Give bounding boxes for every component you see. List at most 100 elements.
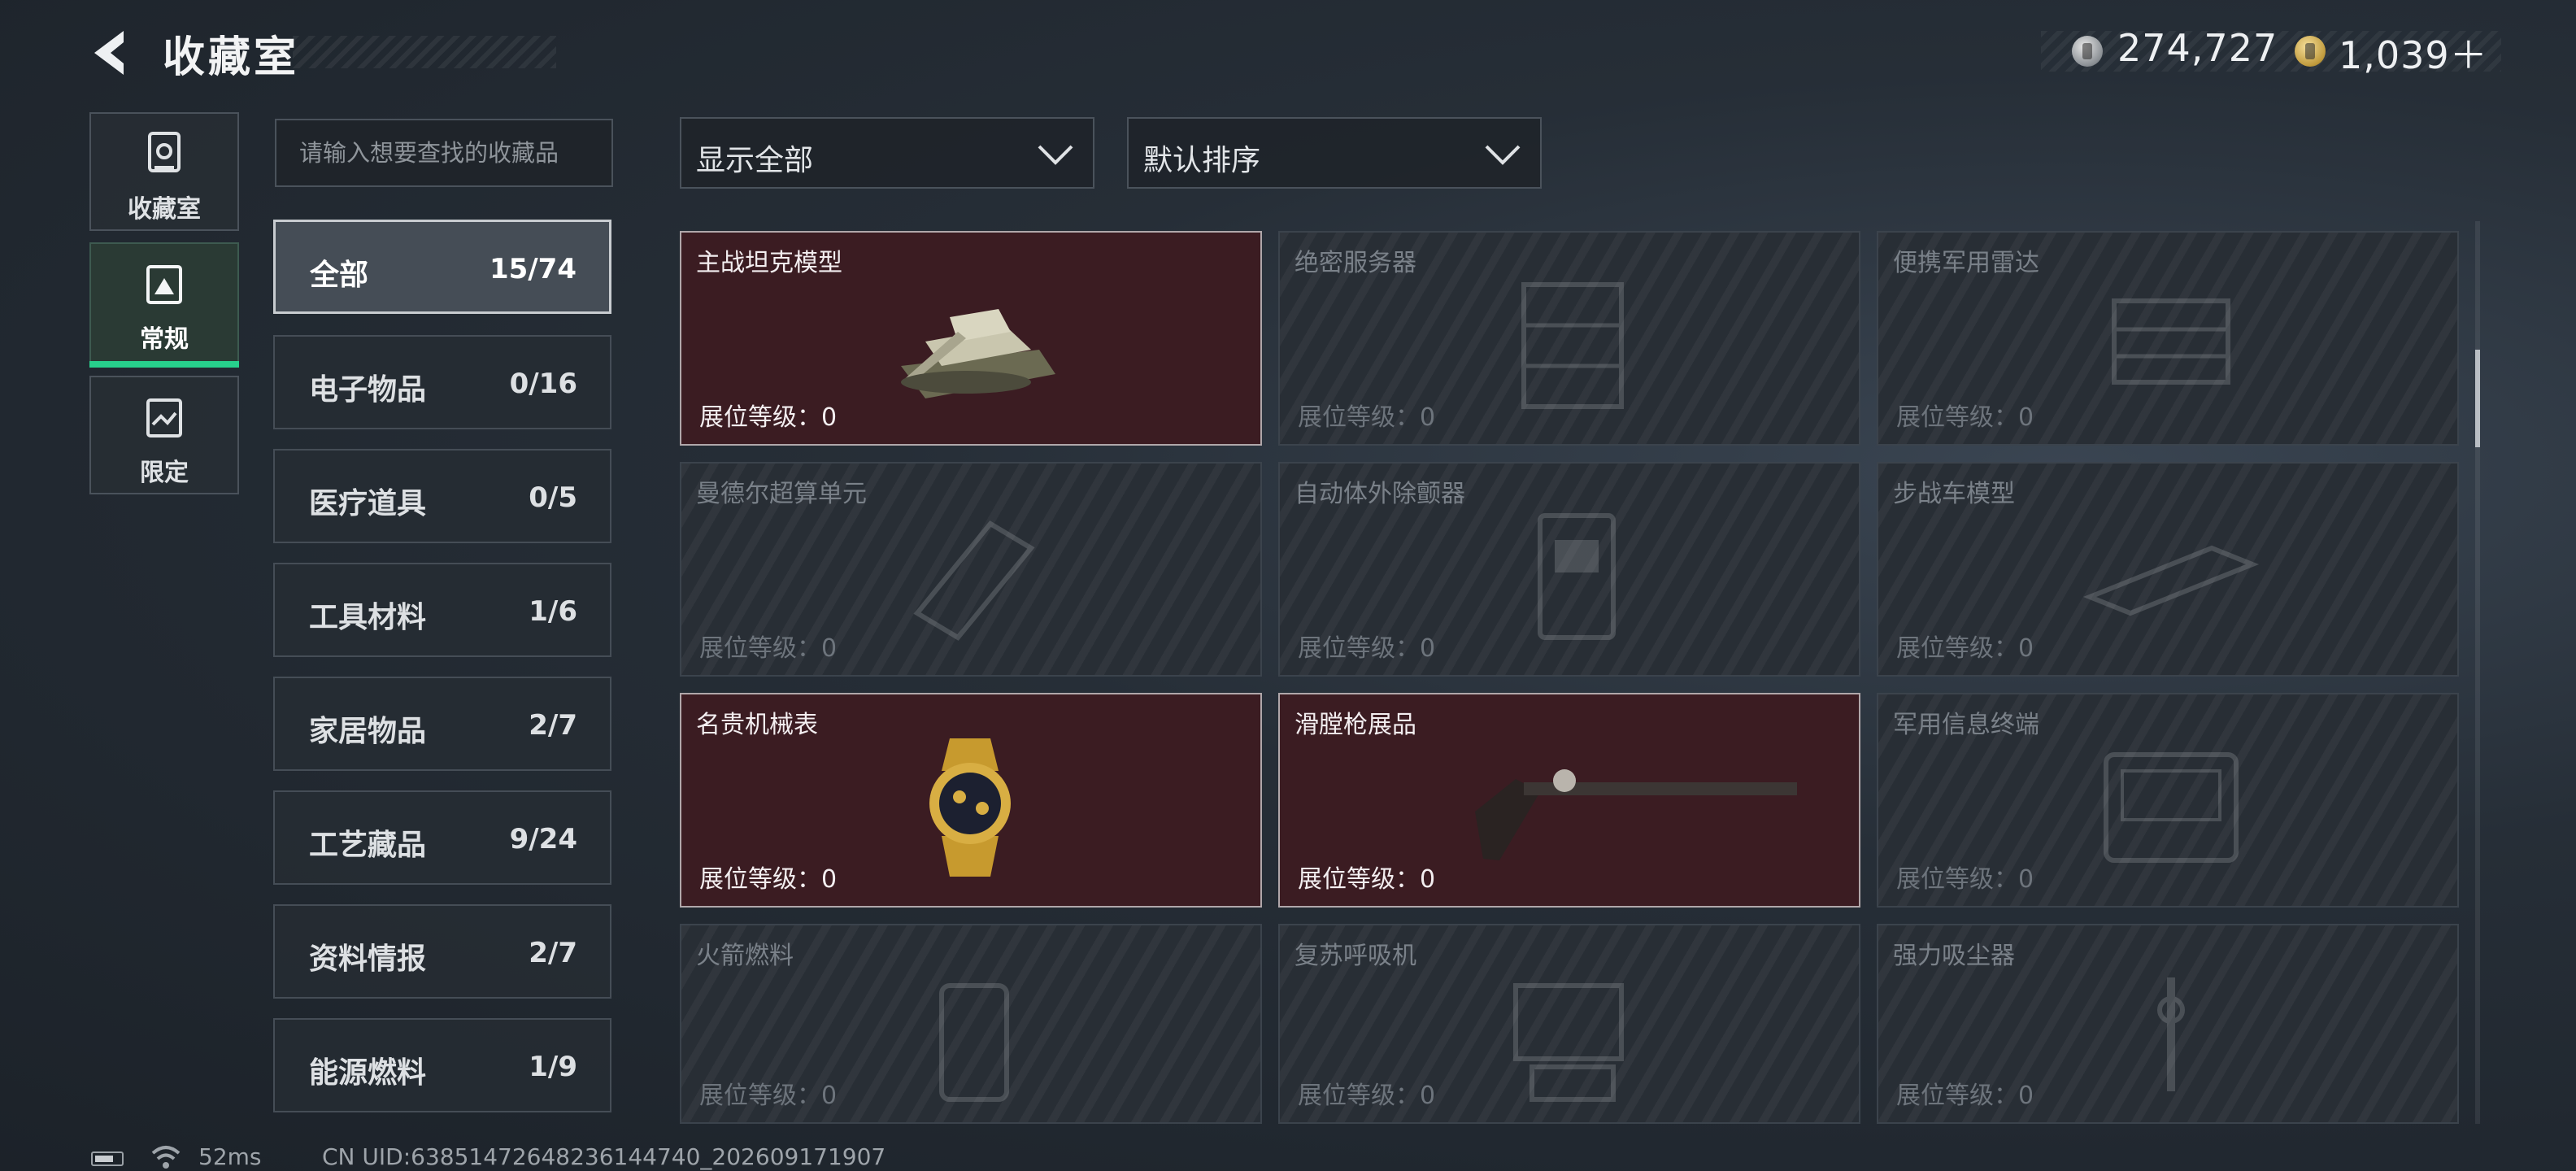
category-count: 2/7 (529, 937, 577, 969)
ping-latency: 52ms (198, 1143, 262, 1170)
category-count: 1/9 (529, 1051, 577, 1083)
limited-image-icon (146, 398, 182, 437)
chevron-down-icon (1485, 145, 1521, 165)
nav-label: 收藏室 (128, 195, 201, 224)
item-name: 便携军用雷达 (1893, 249, 2039, 277)
collection-room-icon (148, 132, 181, 172)
supercomputer-icon (913, 520, 1035, 641)
display-level: 展位等级：0 (699, 634, 838, 663)
sort-value: 默认排序 (1143, 144, 1261, 177)
defibrillator-icon (1538, 513, 1616, 640)
category-name: 家居物品 (309, 715, 427, 748)
collectible-card[interactable]: 绝密服务器 展位等级：0 (1278, 231, 1860, 446)
item-name: 名贵机械表 (696, 711, 818, 739)
display-level: 展位等级：0 (699, 1082, 838, 1110)
gold-currency-amount[interactable]: 1,039＋ (2339, 26, 2488, 80)
display-level: 展位等级：0 (699, 403, 838, 432)
back-arrow-icon (94, 31, 124, 75)
radar-icon (2112, 298, 2230, 385)
server-icon (1521, 282, 1624, 409)
filter-value: 显示全部 (696, 144, 814, 177)
display-level: 展位等级：0 (1896, 865, 2034, 894)
category-intel[interactable]: 资料情报 2/7 (273, 904, 611, 999)
display-level: 展位等级：0 (699, 865, 838, 894)
tank-model-icon (901, 309, 1055, 398)
search-input[interactable] (275, 119, 613, 187)
nav-label: 常规 (140, 325, 189, 354)
item-name: 绝密服务器 (1295, 249, 1416, 277)
ventilator-icon (1513, 983, 1624, 1102)
category-count: 0/5 (529, 481, 577, 514)
sort-dropdown[interactable]: 默认排序 (1127, 117, 1542, 189)
nav-limited[interactable]: 限定 (89, 376, 239, 494)
collectible-card[interactable]: 曼德尔超算单元 展位等级：0 (680, 462, 1262, 677)
category-name: 医疗道具 (309, 487, 427, 520)
category-name: 工艺藏品 (309, 829, 427, 862)
item-name: 自动体外除颤器 (1295, 480, 1465, 508)
collectible-card[interactable]: 火箭燃料 展位等级：0 (680, 924, 1262, 1124)
active-indicator (89, 361, 239, 368)
collectible-card[interactable]: 步战车模型 展位等级：0 (1877, 462, 2459, 677)
category-name: 能源燃料 (309, 1056, 427, 1090)
display-level: 展位等级：0 (1896, 634, 2034, 663)
vacuum-icon (2157, 977, 2185, 1091)
collectible-card[interactable]: 滑膛枪展品 展位等级：0 (1278, 693, 1860, 908)
silver-coin-icon (2072, 36, 2103, 67)
gold-coin-icon (2295, 36, 2326, 67)
display-level: 展位等级：0 (1298, 1082, 1436, 1110)
item-name: 曼德尔超算单元 (696, 480, 867, 508)
collectible-card[interactable]: 主战坦克模型 展位等级：0 (680, 231, 1262, 446)
display-level: 展位等级：0 (1896, 1082, 2034, 1110)
category-count: 2/7 (529, 709, 577, 742)
item-name: 强力吸尘器 (1893, 942, 2015, 970)
item-name: 军用信息终端 (1893, 711, 2039, 739)
category-electronics[interactable]: 电子物品 0/16 (273, 335, 611, 429)
battery-icon (91, 1151, 124, 1166)
ifv-model-icon (2082, 545, 2260, 616)
display-level: 展位等级：0 (1896, 403, 2034, 432)
user-uid: CN UID:6385147264823614474​0_20260917190… (322, 1143, 886, 1170)
silver-currency-amount: 274,727 (2117, 26, 2278, 70)
nav-label: 限定 (140, 459, 189, 487)
title-decoration (293, 36, 556, 68)
display-level: 展位等级：0 (1298, 634, 1436, 663)
category-medical[interactable]: 医疗道具 0/5 (273, 449, 611, 543)
filter-dropdown[interactable]: 显示全部 (680, 117, 1094, 189)
collectible-card[interactable]: 便携军用雷达 展位等级：0 (1877, 231, 2459, 446)
category-household[interactable]: 家居物品 2/7 (273, 677, 611, 771)
nav-regular[interactable]: 常规 (89, 242, 239, 368)
item-name: 主战坦克模型 (696, 249, 842, 277)
category-name: 工具材料 (309, 601, 427, 634)
category-name: 电子物品 (309, 373, 427, 407)
collectible-card[interactable]: 军用信息终端 展位等级：0 (1877, 693, 2459, 908)
chevron-down-icon (1038, 145, 1073, 165)
category-count: 9/24 (509, 823, 577, 855)
category-count: 1/6 (529, 595, 577, 628)
display-level: 展位等级：0 (1298, 865, 1436, 894)
collectible-card[interactable]: 强力吸尘器 展位等级：0 (1877, 924, 2459, 1124)
category-crafts[interactable]: 工艺藏品 9/24 (273, 790, 611, 885)
category-all[interactable]: 全部 15/74 (273, 220, 611, 314)
category-tools[interactable]: 工具材料 1/6 (273, 563, 611, 657)
category-count: 15/74 (489, 253, 577, 285)
category-energy[interactable]: 能源燃料 1/9 (273, 1018, 611, 1112)
item-name: 火箭燃料 (696, 942, 794, 970)
item-name: 复苏呼吸机 (1295, 942, 1416, 970)
nav-collection-room[interactable]: 收藏室 (89, 112, 239, 231)
regular-image-icon (146, 265, 182, 304)
category-name: 全部 (310, 259, 369, 292)
grid-scrollbar-thumb[interactable] (2475, 350, 2480, 447)
display-level: 展位等级：0 (1298, 403, 1436, 432)
rocket-fuel-icon (939, 983, 1009, 1102)
collectible-card[interactable]: 复苏呼吸机 展位等级：0 (1278, 924, 1860, 1124)
collectible-card[interactable]: 名贵机械表 展位等级：0 (680, 693, 1262, 908)
category-count: 0/16 (509, 368, 577, 400)
back-button[interactable] (85, 24, 141, 81)
terminal-icon (2104, 752, 2239, 863)
item-name: 步战车模型 (1893, 480, 2015, 508)
collectible-card[interactable]: 自动体外除颤器 展位等级：0 (1278, 462, 1860, 677)
wifi-icon (151, 1146, 181, 1169)
page-title: 收藏室 (163, 33, 300, 82)
category-name: 资料情报 (309, 942, 427, 976)
luxury-watch-icon (929, 738, 1011, 877)
